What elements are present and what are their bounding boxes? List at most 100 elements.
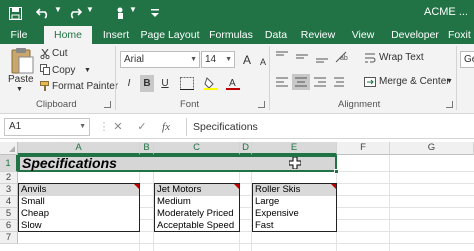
font-name-combo[interactable]: Arial ▼: [120, 51, 200, 68]
decrease-font-size-button[interactable]: A: [256, 53, 270, 70]
tab-view[interactable]: View: [348, 26, 378, 44]
enter-icon[interactable]: ✓: [134, 119, 150, 135]
clipboard-launcher-icon[interactable]: [104, 101, 111, 108]
insert-function-button[interactable]: fx: [158, 119, 174, 135]
name-box[interactable]: A1 ▼: [4, 118, 90, 136]
column-header-a[interactable]: A: [18, 142, 140, 155]
table-cell[interactable]: Cheap: [19, 208, 139, 220]
select-all-button[interactable]: [0, 142, 18, 155]
tab-formulas[interactable]: Formulas: [208, 26, 254, 44]
row-header-2[interactable]: 2: [0, 172, 18, 184]
font-launcher-icon[interactable]: [258, 101, 265, 108]
title-bar: ▼ ▼ ▼ ACME ...: [0, 0, 474, 26]
font-size-combo[interactable]: 14 ▼: [201, 51, 235, 68]
row-header-4[interactable]: 4: [0, 196, 18, 208]
save-icon[interactable]: [6, 4, 24, 22]
undo-icon[interactable]: [34, 4, 52, 22]
cut-icon[interactable]: [40, 48, 50, 60]
table-cell[interactable]: Slow: [19, 220, 139, 232]
column-header-c[interactable]: C: [154, 142, 240, 155]
anvils-table: Anvils Small Cheap Slow: [18, 183, 140, 232]
tab-review[interactable]: Review: [298, 26, 338, 44]
table-header[interactable]: Roller Skis: [253, 184, 336, 196]
column-header-d[interactable]: D: [240, 142, 252, 155]
name-box-value: A1: [9, 121, 22, 132]
worksheet-grid[interactable]: A B C D E F G 1 2 3 4 5 6 7 Specificatio…: [0, 142, 474, 251]
row-header-5[interactable]: 5: [0, 208, 18, 220]
wrap-text-icon[interactable]: [364, 52, 376, 64]
column-header-g[interactable]: G: [390, 142, 474, 155]
increase-font-size-button[interactable]: A: [239, 51, 255, 68]
comment-indicator-icon[interactable]: [331, 184, 336, 189]
ribbon: Paste ▼ Cut Copy ▼ Format Painter Clipbo…: [0, 44, 474, 114]
bold-button[interactable]: B: [140, 75, 154, 92]
chevron-down-icon: ▼: [79, 123, 86, 130]
column-header-e[interactable]: E: [252, 142, 337, 155]
tab-data[interactable]: Data: [262, 26, 290, 44]
font-group-label: Font: [180, 99, 200, 110]
comment-indicator-icon[interactable]: [234, 184, 239, 189]
tab-developer[interactable]: Developer: [390, 26, 440, 44]
copy-icon[interactable]: [40, 64, 50, 75]
alignment-group-label: Alignment: [338, 99, 381, 110]
table-header[interactable]: Anvils: [19, 184, 139, 196]
table-header[interactable]: Jet Motors: [155, 184, 239, 196]
merge-center-icon[interactable]: [364, 76, 376, 88]
redo-dropdown-icon[interactable]: ▼: [86, 5, 94, 14]
row-header-3[interactable]: 3: [0, 184, 18, 196]
format-painter-button[interactable]: Format Painter: [52, 81, 118, 92]
table-cell[interactable]: Small: [19, 196, 139, 208]
cell-cursor-icon: [288, 156, 302, 170]
fill-handle[interactable]: [334, 169, 339, 174]
formula-bar: A1 ▼ ⋮ ✕ ✓ fx Specifications: [0, 115, 474, 139]
paste-button[interactable]: Paste: [8, 74, 34, 85]
jet-motors-table: Jet Motors Medium Moderately Priced Acce…: [154, 183, 240, 232]
merge-center-button[interactable]: Merge & Center: [379, 76, 450, 87]
svg-text:ab: ab: [340, 55, 348, 62]
italic-button[interactable]: I: [122, 75, 136, 92]
paste-dropdown-icon[interactable]: ▼: [16, 86, 23, 93]
gridline: [18, 243, 474, 244]
underline-button[interactable]: U: [158, 75, 172, 92]
column-header-f[interactable]: F: [337, 142, 390, 155]
cut-button[interactable]: Cut: [52, 48, 68, 59]
font-color-icon[interactable]: A: [226, 76, 240, 90]
cancel-icon[interactable]: ✕: [110, 119, 126, 135]
merge-dropdown-icon[interactable]: ▼: [446, 78, 453, 85]
table-cell[interactable]: Large: [253, 196, 336, 208]
tab-insert[interactable]: Insert: [98, 26, 134, 44]
tab-page-layout[interactable]: Page Layout: [140, 26, 200, 44]
vertical-align-buttons: ab: [274, 50, 354, 64]
copy-button[interactable]: Copy: [52, 65, 75, 76]
cell-a1[interactable]: Specifications: [22, 155, 117, 172]
wrap-text-button[interactable]: Wrap Text: [379, 52, 424, 63]
row-header-1[interactable]: 1: [0, 155, 18, 172]
customize-toolbar-icon[interactable]: [146, 4, 164, 22]
paste-icon[interactable]: [6, 47, 36, 75]
table-cell[interactable]: Acceptable Speed: [155, 220, 239, 232]
window-title: ACME ...: [423, 6, 468, 18]
fill-color-icon[interactable]: [204, 76, 218, 90]
table-cell[interactable]: Fast: [253, 220, 336, 232]
borders-icon[interactable]: [180, 77, 194, 90]
touch-mode-dropdown-icon[interactable]: ▼: [129, 5, 137, 14]
row-header-6[interactable]: 6: [0, 220, 18, 232]
tab-home[interactable]: Home: [44, 26, 92, 44]
number-format-combo[interactable]: Ge: [460, 51, 474, 68]
row-header-7[interactable]: 7: [0, 232, 18, 244]
comment-indicator-icon[interactable]: [134, 184, 139, 189]
touch-mode-icon[interactable]: [112, 4, 130, 22]
redo-icon[interactable]: [66, 4, 84, 22]
copy-dropdown-icon[interactable]: ▼: [84, 67, 91, 74]
table-cell[interactable]: Expensive: [253, 208, 336, 220]
format-painter-icon[interactable]: [40, 81, 50, 91]
horizontal-align-buttons: [274, 74, 356, 90]
formula-input[interactable]: Specifications: [186, 118, 470, 136]
column-header-b[interactable]: B: [140, 142, 154, 155]
tab-file[interactable]: File: [4, 26, 34, 44]
undo-dropdown-icon[interactable]: ▼: [54, 5, 62, 14]
tab-foxit[interactable]: Foxit: [448, 26, 474, 44]
table-cell[interactable]: Medium: [155, 196, 239, 208]
alignment-launcher-icon[interactable]: [446, 101, 453, 108]
table-cell[interactable]: Moderately Priced: [155, 208, 239, 220]
